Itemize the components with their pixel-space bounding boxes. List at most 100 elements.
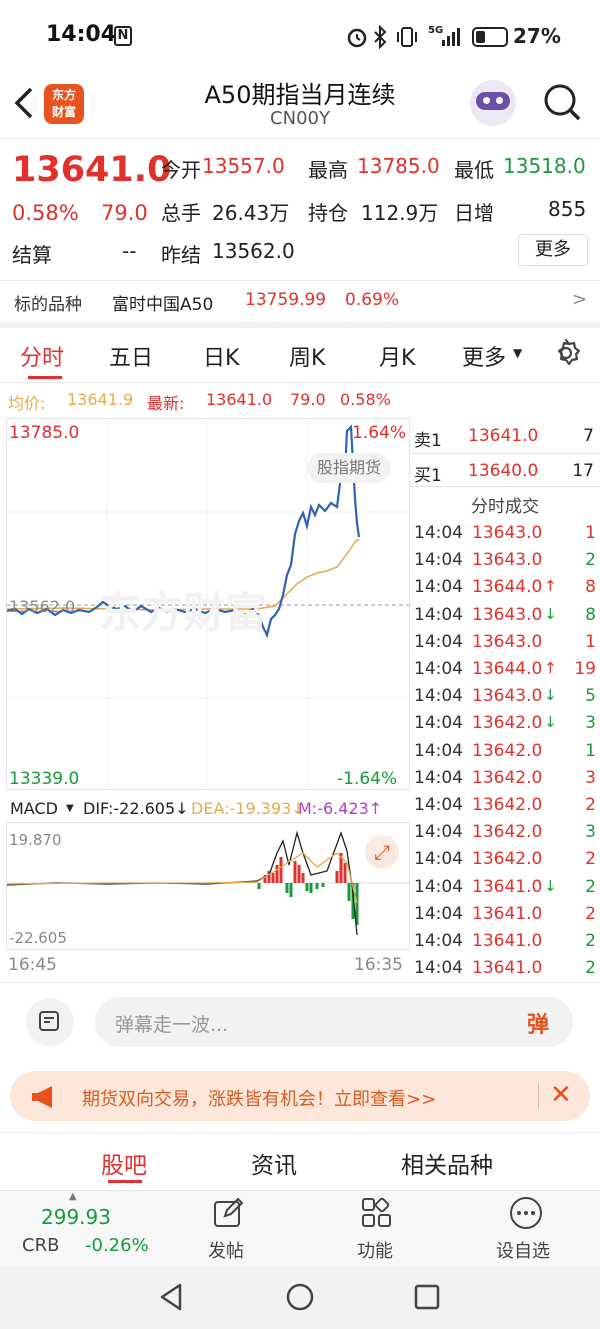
list-settings-icon — [39, 1011, 59, 1031]
trade-price: 13641.0 — [472, 876, 543, 897]
watchlist-label: 设自选 — [496, 1241, 550, 1262]
volume-value: 26.43万 — [212, 201, 290, 225]
change-percent: 0.58% — [12, 201, 79, 225]
high-label: 最高 — [308, 158, 348, 182]
trade-price: 13642.0 — [472, 713, 543, 734]
trade-volume: 2 — [585, 931, 596, 951]
settle-value: -- — [122, 239, 137, 263]
danmu-toggle-icon[interactable]: 弹 — [527, 1007, 549, 1039]
trade-price: 13644.0 — [472, 659, 543, 679]
ask-price: 13641.0 — [468, 426, 539, 446]
search-icon[interactable] — [542, 82, 582, 124]
ask-label: 卖1 — [414, 431, 442, 451]
trade-time: 14:04 — [414, 903, 463, 924]
trade-time: 14:04 — [414, 876, 463, 897]
trade-row: 14:04 13643.0 ↓ 5 — [410, 683, 600, 710]
status-bar: 14:04 N 5G 27% — [0, 0, 600, 72]
trade-volume: 8 — [585, 577, 596, 598]
trade-time: 14:04 — [414, 931, 463, 951]
tab-daily-k[interactable]: 日K — [203, 340, 239, 372]
prev-settle-value: 13562.0 — [212, 239, 295, 263]
latest-percent: 0.58% — [340, 390, 391, 409]
danmu-input[interactable]: 弹幕走一波... 弹 — [95, 997, 573, 1047]
functions-label: 功能 — [357, 1241, 393, 1262]
prev-settle-label: 昨结 — [161, 243, 201, 267]
trades-list[interactable]: 14:04 13643.0 1 14:04 13643.0 2 14:04 13644.0 ↑ 8… — [410, 520, 600, 980]
trade-row: 14:04 13643.0 1 — [410, 520, 600, 547]
trade-arrow: ↓ — [544, 686, 557, 705]
trade-arrow: ↑ — [544, 577, 557, 596]
nav-back-icon[interactable] — [158, 1282, 186, 1312]
avg-value: 13641.9 — [67, 390, 134, 409]
last-price: 13641.0 — [12, 150, 172, 190]
trade-volume: 2 — [585, 795, 596, 815]
gear-icon[interactable] — [550, 337, 582, 369]
trade-price: 13641.0 — [472, 958, 543, 979]
trade-price: 13643.0 — [472, 604, 543, 625]
trade-volume: 8 — [585, 604, 596, 625]
trade-time: 14:04 — [414, 767, 463, 788]
trade-time: 14:04 — [414, 958, 463, 979]
tab-monthly-k[interactable]: 月K — [379, 340, 415, 372]
tab-five-day[interactable]: 五日 — [109, 340, 153, 372]
alarm-icon — [347, 28, 367, 48]
open-value: 13557.0 — [202, 154, 285, 178]
trade-time: 14:04 — [414, 523, 463, 543]
nav-recents-icon[interactable] — [413, 1283, 441, 1311]
trade-row: 14:04 13642.0 3 — [410, 819, 600, 846]
macd-bars-green — [257, 883, 359, 925]
nav-home-icon[interactable] — [285, 1282, 315, 1312]
trade-price: 13642.0 — [472, 740, 543, 761]
trade-row: 14:04 13641.0 2 — [410, 901, 600, 928]
macd-top-value: 19.870 — [9, 831, 62, 849]
bid-volume: 17 — [572, 461, 594, 481]
trade-time: 14:04 — [414, 550, 463, 571]
trade-volume: 3 — [585, 822, 596, 843]
trade-volume: 19 — [574, 659, 596, 679]
promo-text: 期货双向交易，涨跌皆有机会！立即查看>> — [82, 1089, 437, 1110]
guba-underline — [108, 1180, 142, 1183]
trade-price: 13641.0 — [472, 931, 543, 951]
trade-price: 13644.0 — [472, 577, 543, 598]
macd-dea: DEA:-19.393↓ — [191, 799, 305, 818]
more-button[interactable]: 更多 — [518, 234, 588, 266]
chart-top-price: 13785.0 — [9, 423, 80, 443]
promo-banner[interactable]: 期货双向交易，涨跌皆有机会！立即查看>> ✕ — [10, 1071, 590, 1121]
latest-label: 最新: — [147, 394, 185, 413]
tab-related[interactable]: 相关品种 — [401, 1146, 493, 1180]
tab-underline — [28, 376, 62, 379]
comment-settings-button[interactable] — [26, 998, 74, 1046]
time-start: 16:45 — [8, 955, 57, 975]
trade-volume: 1 — [585, 740, 596, 761]
trade-volume: 3 — [585, 767, 596, 788]
trade-volume: 2 — [585, 849, 596, 870]
tab-weekly-k[interactable]: 周K — [289, 340, 325, 372]
trade-arrow: ↓ — [544, 876, 557, 895]
trade-volume: 1 — [585, 631, 596, 652]
trade-row: 14:04 13643.0 ↓ 8 — [410, 602, 600, 629]
trade-price: 13643.0 — [472, 523, 543, 543]
trade-row: 14:04 13642.0 2 — [410, 846, 600, 873]
macd-selector[interactable]: MACD — [10, 799, 58, 818]
trade-time: 14:04 — [414, 631, 463, 652]
open-interest-value: 112.9万 — [361, 201, 439, 225]
trade-row: 14:04 13641.0 2 — [410, 928, 600, 955]
tab-intraday[interactable]: 分时 — [20, 340, 64, 372]
futures-tag[interactable]: 股指期货 — [307, 453, 392, 483]
expand-icon[interactable]: ⤢ — [365, 835, 399, 869]
macd-chart[interactable]: 19.870 -22.605 ⤢ — [6, 822, 410, 950]
close-icon[interactable]: ✕ — [550, 1080, 572, 1110]
trade-row: 14:04 13643.0 1 — [410, 629, 600, 656]
system-nav-bar — [0, 1266, 600, 1329]
latest-change: 79.0 — [290, 390, 326, 409]
trade-volume: 2 — [585, 958, 596, 979]
trade-price: 13641.0 — [472, 903, 543, 924]
tab-more[interactable]: 更多 — [462, 340, 506, 372]
mini-quote-percent: -0.26% — [85, 1235, 149, 1256]
assistant-avatar[interactable] — [470, 80, 516, 126]
tab-guba[interactable]: 股吧 — [101, 1146, 147, 1180]
trade-volume: 3 — [585, 713, 596, 734]
trade-time: 14:04 — [414, 686, 463, 707]
intraday-chart[interactable]: 13785.0 1.64% 13562.0 13339.0 -1.64% 东方财… — [6, 418, 410, 790]
tab-news[interactable]: 资讯 — [251, 1146, 297, 1180]
